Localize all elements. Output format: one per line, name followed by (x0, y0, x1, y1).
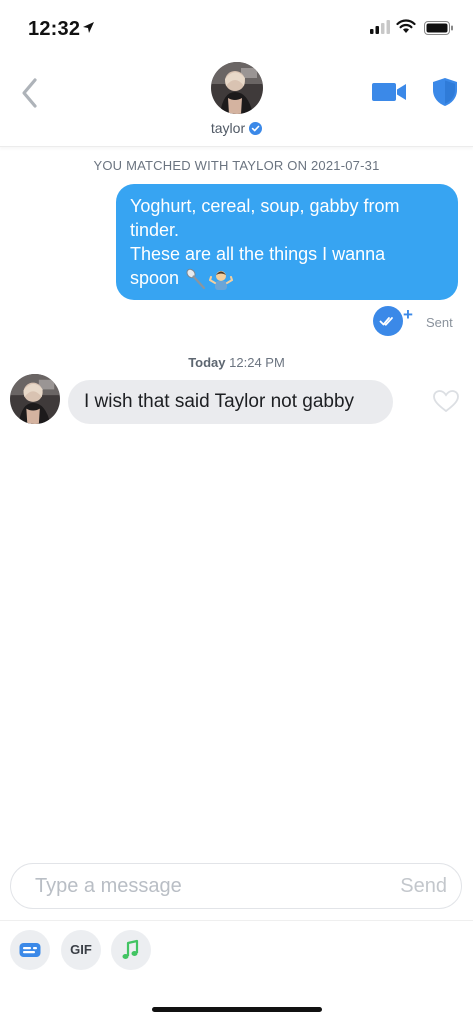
chevron-left-icon[interactable] (16, 76, 42, 110)
location-arrow-icon (83, 22, 94, 33)
music-button[interactable] (111, 930, 151, 970)
wifi-icon (396, 19, 416, 33)
home-indicator[interactable] (152, 1007, 322, 1012)
outgoing-message[interactable]: Yoghurt, cereal, soup, gabby from tinder… (116, 184, 458, 300)
match-avatar[interactable] (211, 62, 263, 114)
read-receipt-plus[interactable]: + (403, 305, 413, 325)
chat-header: taylor (0, 56, 473, 147)
spoon-emoji (186, 268, 206, 290)
message-line: These are all the things I wanna (130, 244, 386, 264)
battery-icon (424, 21, 453, 35)
person-shrugging-emoji (209, 271, 234, 290)
sticker-icon (19, 943, 41, 957)
sticker-button[interactable] (10, 930, 50, 970)
toolbar-divider (0, 920, 473, 921)
heart-outline-icon[interactable] (432, 389, 460, 413)
match-avatar-small[interactable] (10, 374, 60, 424)
match-name[interactable]: taylor (211, 120, 245, 136)
message-line: spoon (130, 268, 180, 288)
read-receipt-badge[interactable] (373, 306, 403, 336)
message-line-last: spoon (130, 266, 444, 290)
gif-button[interactable]: GIF (61, 930, 101, 970)
send-button[interactable]: Send (400, 875, 447, 898)
timestamp-day: Today (188, 355, 226, 370)
status-bar: 12:32 (0, 0, 473, 56)
video-camera-icon[interactable] (372, 81, 408, 103)
message-timestamp: Today 12:24 PM (0, 355, 473, 370)
status-time: 12:32 (28, 18, 81, 40)
message-line: Yoghurt, cereal, soup, gabby from (130, 196, 400, 216)
timestamp-time: 12:24 PM (229, 355, 285, 370)
shield-icon[interactable] (432, 77, 458, 107)
message-composer: Send (10, 863, 462, 909)
match-notice: YOU MATCHED WITH TAYLOR ON 2021-07-31 (93, 158, 380, 173)
message-status: Sent (426, 315, 453, 330)
signal-icon (370, 20, 390, 34)
double-check-icon (379, 317, 393, 326)
message-line: tinder. (130, 220, 180, 240)
gif-label: GIF (70, 942, 92, 957)
verified-check-icon (249, 122, 263, 135)
message-input[interactable] (35, 864, 375, 908)
incoming-message[interactable]: I wish that said Taylor not gabby (68, 380, 393, 424)
match-name-row: taylor (0, 120, 473, 136)
music-note-icon (122, 939, 139, 959)
